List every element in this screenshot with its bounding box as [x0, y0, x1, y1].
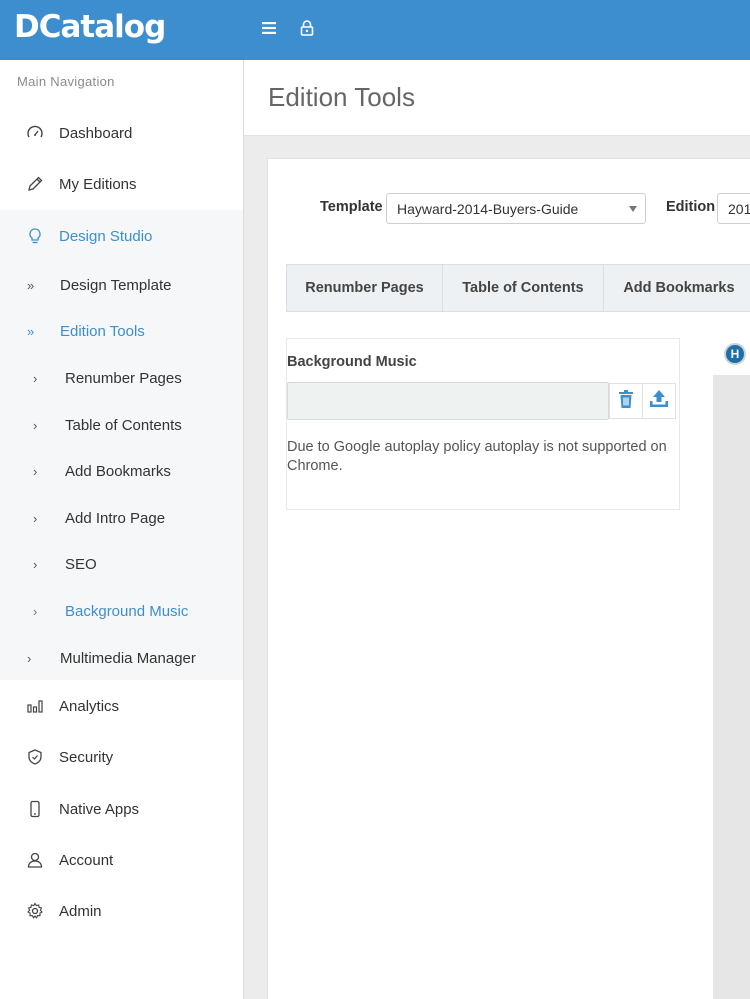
top-bar: DCatalog	[0, 0, 750, 60]
hamburger-icon[interactable]	[258, 17, 280, 39]
brand-logo[interactable]: DCatalog	[14, 9, 166, 45]
double-chevron-right-icon: »	[27, 277, 35, 293]
nav-item-security[interactable]: Security	[0, 735, 243, 779]
lock-icon[interactable]	[296, 17, 318, 39]
nav-label: My Editions	[59, 175, 137, 193]
chevron-down-icon	[629, 206, 637, 212]
lightbulb-icon	[25, 226, 45, 246]
double-chevron-right-icon: »	[27, 323, 35, 339]
chevron-right-icon: ›	[33, 463, 38, 479]
subnav-multimedia-manager[interactable]: › Multimedia Manager	[0, 638, 243, 678]
bar-chart-icon	[25, 696, 45, 716]
subnav-label: SEO	[65, 555, 97, 573]
page-preview	[713, 375, 750, 999]
nav-label: Native Apps	[59, 800, 140, 818]
nav-item-analytics[interactable]: Analytics	[0, 684, 243, 728]
subnav-label: Table of Contents	[65, 416, 182, 434]
subnav-label: Add Bookmarks	[65, 462, 171, 480]
gear-icon	[25, 901, 45, 921]
nav-label: Security	[59, 748, 114, 766]
tab-renumber-pages[interactable]: Renumber Pages	[287, 265, 443, 311]
background-music-section: Background Music Due to Google autoplay …	[286, 338, 680, 510]
template-select[interactable]: Hayward-2014-Buyers-Guide	[386, 193, 646, 224]
chevron-right-icon: ›	[33, 556, 38, 572]
page-title: Edition Tools	[268, 82, 415, 112]
nav-label: Design Studio	[59, 227, 153, 245]
subnav-design-template[interactable]: » Design Template	[0, 265, 243, 305]
page-header: Edition Tools	[244, 60, 750, 136]
subnav-label: Edition Tools	[60, 322, 145, 340]
mobile-icon	[25, 799, 45, 819]
speedometer-icon	[25, 123, 45, 143]
subnav-table-of-contents[interactable]: › Table of Contents	[0, 405, 243, 445]
pencil-icon	[25, 174, 45, 194]
edition-select[interactable]: 201	[717, 193, 750, 224]
subnav-renumber-pages[interactable]: › Renumber Pages	[0, 358, 243, 398]
tool-tabs: Renumber Pages Table of Contents Add Boo…	[286, 264, 750, 312]
nav-item-native-apps[interactable]: Native Apps	[0, 787, 243, 831]
user-icon	[25, 850, 45, 870]
edition-label: Edition	[666, 199, 716, 215]
chevron-right-icon: ›	[27, 650, 32, 666]
tab-table-of-contents[interactable]: Table of Contents	[443, 265, 604, 311]
preview-badge[interactable]: H	[724, 343, 746, 365]
nav-heading: Main Navigation	[17, 74, 115, 89]
nav-item-account[interactable]: Account	[0, 838, 243, 882]
background-music-input[interactable]	[287, 382, 609, 420]
subnav-background-music[interactable]: › Background Music	[0, 591, 243, 631]
subnav-label: Add Intro Page	[65, 509, 166, 527]
shield-icon	[25, 747, 45, 767]
subnav-label: Background Music	[65, 602, 189, 620]
nav-label: Admin	[59, 902, 102, 920]
template-select-value: Hayward-2014-Buyers-Guide	[397, 200, 579, 217]
template-label: Template	[320, 199, 383, 215]
subnav-label: Renumber Pages	[65, 369, 182, 387]
delete-music-button[interactable]	[609, 383, 643, 419]
nav-label: Account	[59, 851, 114, 869]
chevron-right-icon: ›	[33, 417, 38, 433]
nav-label: Analytics	[59, 697, 120, 715]
nav-item-my-editions[interactable]: My Editions	[0, 162, 243, 206]
main-content: Edition Tools Template Hayward-2014-Buye…	[244, 60, 750, 999]
nav-item-design-studio[interactable]: Design Studio	[0, 214, 243, 258]
chevron-right-icon: ›	[33, 603, 38, 619]
subnav-edition-tools[interactable]: » Edition Tools	[0, 311, 243, 351]
subnav-label: Multimedia Manager	[60, 649, 196, 667]
nav-item-dashboard[interactable]: Dashboard	[0, 111, 243, 155]
sidebar: Main Navigation Dashboard My Editions De…	[0, 60, 244, 999]
subnav-add-bookmarks[interactable]: › Add Bookmarks	[0, 451, 243, 491]
subnav-seo[interactable]: › SEO	[0, 544, 243, 584]
nav-label: Dashboard	[59, 124, 133, 142]
tab-add-bookmarks[interactable]: Add Bookmarks	[604, 265, 750, 311]
chevron-right-icon: ›	[33, 370, 38, 386]
autoplay-note: Due to Google autoplay policy autoplay i…	[287, 439, 667, 474]
nav-item-admin[interactable]: Admin	[0, 889, 243, 933]
subnav-add-intro-page[interactable]: › Add Intro Page	[0, 498, 243, 538]
trash-icon	[617, 389, 635, 414]
subnav-label: Design Template	[60, 276, 172, 294]
background-music-label: Background Music	[287, 354, 417, 370]
chevron-right-icon: ›	[33, 510, 38, 526]
upload-icon	[648, 389, 670, 414]
upload-music-button[interactable]	[642, 383, 676, 419]
edition-select-value: 201	[728, 200, 750, 217]
